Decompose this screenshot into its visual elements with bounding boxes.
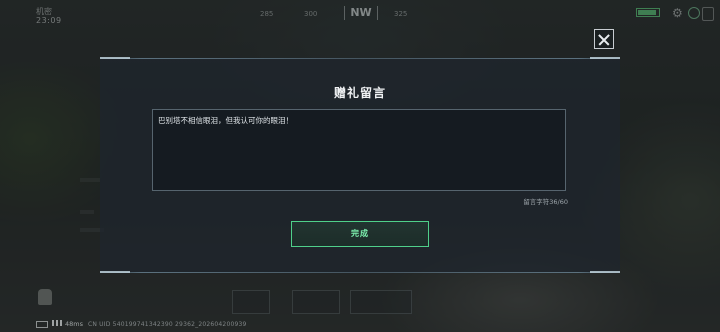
signal-icon (688, 7, 700, 19)
dialog-title: 赠礼留言 (333, 86, 386, 100)
divider (100, 58, 620, 59)
menu-icon (702, 7, 714, 21)
weapon-slot (292, 290, 340, 314)
top-hud: 机密 23:09 285 300 NW 325 ⚙ (0, 4, 720, 25)
char-counter: 留言字符36/60 (523, 198, 568, 206)
gift-message-dialog: 赠礼留言 巴别塔不相信眼泪，但我认可你的眼泪！ 留言字符36/60 完成 (100, 57, 620, 273)
compass: 285 300 NW 325 (260, 6, 460, 22)
compass-heading: NW (344, 6, 378, 20)
compass-tick: 325 (394, 10, 408, 18)
battery-icon (636, 8, 660, 17)
close-button[interactable] (594, 29, 614, 49)
message-textarea[interactable]: 巴别塔不相信眼泪，但我认可你的眼泪！ (152, 109, 566, 191)
weapon-slot (232, 290, 270, 314)
divider-cap (590, 271, 620, 273)
network-status: 48ms (36, 320, 83, 328)
done-button[interactable]: 完成 (291, 221, 429, 247)
bottom-hud: 48ms CN UID 540199741342390 29362_202604… (0, 318, 720, 332)
signal-icon (52, 320, 62, 326)
user-uid: CN UID 540199741342390 29362_20260420093… (88, 321, 247, 328)
backpack-icon (38, 289, 52, 305)
divider (100, 272, 620, 273)
divider-cap (100, 271, 130, 273)
clock: 23:09 (36, 16, 62, 25)
compass-tick: 285 (260, 10, 274, 18)
ping: 48ms (65, 320, 83, 328)
weapon-slot (350, 290, 412, 314)
battery-icon (36, 320, 48, 328)
compass-tick: 300 (304, 10, 318, 18)
divider-cap (100, 57, 130, 59)
gear-icon: ⚙ (672, 6, 683, 20)
divider-cap (590, 57, 620, 59)
